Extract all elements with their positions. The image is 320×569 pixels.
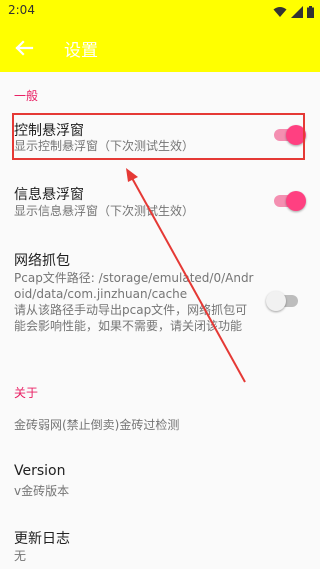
pref-summary: Pcap文件路径: /storage/emulated/0/Android/da… xyxy=(14,271,254,333)
status-icons xyxy=(273,5,314,19)
pref-summary: 显示信息悬浮窗（下次测试生效） xyxy=(14,204,195,218)
signal-icon xyxy=(291,6,303,18)
pref-title: 信息悬浮窗 xyxy=(14,187,84,203)
app-bar: 设置 xyxy=(0,24,320,72)
switch-thumb xyxy=(266,291,286,311)
pref-summary: v金砖版本 xyxy=(14,484,70,498)
switch-thumb xyxy=(286,191,306,211)
wifi-icon xyxy=(273,7,287,17)
status-time: 2:04 xyxy=(8,3,35,17)
category-general-header: 一般 xyxy=(14,89,39,103)
back-arrow-icon[interactable] xyxy=(10,34,38,62)
network-capture-toggle[interactable] xyxy=(266,291,300,311)
pref-title: Version xyxy=(14,463,66,479)
pref-title: 网络抓包 xyxy=(14,253,70,269)
page-title: 设置 xyxy=(64,41,98,61)
category-about-header: 关于 xyxy=(14,386,39,400)
annotation-highlight-box xyxy=(12,113,305,160)
status-bar: 2:04 xyxy=(0,0,320,24)
battery-icon xyxy=(307,6,314,18)
pref-title: 更新日志 xyxy=(14,531,70,547)
pref-summary: 无 xyxy=(14,549,27,563)
info-float-toggle[interactable] xyxy=(272,191,306,211)
about-description: 金砖弱网(禁止倒卖)金砖过检测 xyxy=(14,418,180,432)
